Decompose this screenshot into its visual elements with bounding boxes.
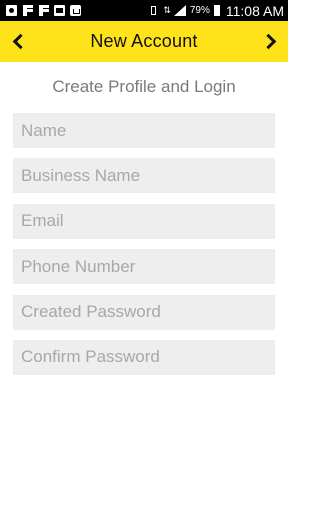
name-field[interactable] <box>13 113 275 148</box>
signal-icon <box>173 5 186 16</box>
create-profile-form <box>13 113 275 385</box>
next-button[interactable] <box>252 21 288 62</box>
vibrate-icon <box>148 5 159 16</box>
system-icons: ⇅ 79% 11:08 AM <box>148 3 284 19</box>
chevron-right-icon <box>260 33 276 50</box>
email-field[interactable] <box>13 203 275 239</box>
form-heading: Create Profile and Login <box>52 77 236 96</box>
battery-icon <box>213 5 220 16</box>
status-bar: ⇅ 79% 11:08 AM <box>0 0 288 21</box>
app-notification-icon <box>6 5 17 16</box>
back-button[interactable] <box>0 21 36 62</box>
confirm-password-field[interactable] <box>13 339 275 375</box>
shopping-notification-icon <box>70 5 81 16</box>
business-name-field[interactable] <box>13 158 275 194</box>
flipboard-notification-icon <box>22 5 33 16</box>
flipboard-notification-icon <box>38 5 49 16</box>
chevron-left-icon <box>12 33 28 50</box>
image-notification-icon <box>54 5 65 16</box>
clock: 11:08 AM <box>225 2 284 19</box>
page-title: New Account <box>90 31 198 51</box>
phone-number-field[interactable] <box>13 249 275 285</box>
notification-icons <box>6 5 148 16</box>
create-password-field[interactable] <box>13 294 275 330</box>
battery-percent: 79% <box>189 5 210 16</box>
data-icon: ⇅ <box>163 5 170 15</box>
app-bar: New Account <box>0 21 288 62</box>
